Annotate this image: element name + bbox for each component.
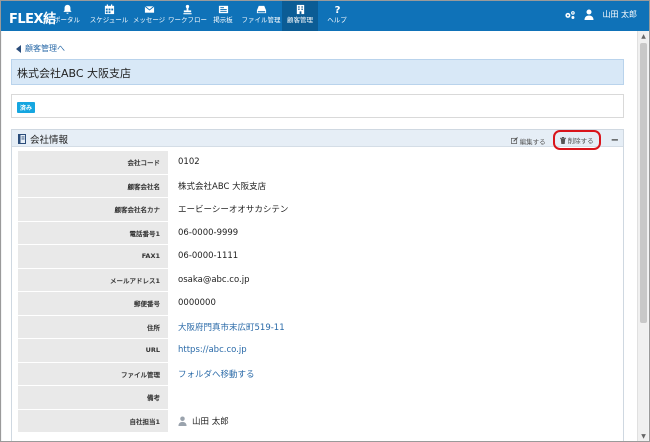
field-row-address: 住所 大阪府門真市末広町519-11 <box>18 315 619 339</box>
status-badge: 済み <box>17 102 36 113</box>
field-label: 顧客会社名 <box>18 174 168 197</box>
field-value: 0102 <box>178 157 200 168</box>
edit-button[interactable]: 編集する <box>508 134 549 148</box>
field-row-notes: 備考 <box>18 386 619 410</box>
stamp-icon <box>182 4 192 15</box>
nav-item-label: 掲示板 <box>213 16 233 24</box>
staff-name: 山田 太郎 <box>192 416 229 427</box>
back-arrow-icon <box>16 44 21 53</box>
nav-item-board[interactable]: 掲示板 <box>208 3 238 30</box>
user-avatar-icon <box>178 416 187 426</box>
nav-item-label: ヘルプ <box>327 16 347 24</box>
edit-button-label: 編集する <box>519 137 546 146</box>
back-to-customer-management-link[interactable]: 顧客管理へ <box>16 43 65 54</box>
field-row-file-management: ファイル管理 フォルダへ移動する <box>18 362 619 386</box>
field-value: 株式会社ABC 大阪支店 <box>178 181 267 192</box>
top-navigation-bar: FLEX結 ポータル スケジュール メッセージ ワークフロー 掲示板 ファイル管… <box>1 1 649 31</box>
field-list: 会社コード 0102 顧客会社名 株式会社ABC 大阪支店 顧客会社名カナ エー… <box>18 151 619 433</box>
company-info-panel: 会社情報 編集する 削除する − 会社コード 0102 顧客会社名 株式会社AB… <box>11 129 624 441</box>
field-value: osaka@abc.co.jp <box>178 274 250 285</box>
envelope-icon <box>144 5 154 13</box>
user-name[interactable]: 山田 太郎 <box>602 9 637 20</box>
field-value <box>168 386 619 409</box>
field-label: メールアドレス1 <box>18 268 168 291</box>
scrollbar-thumb[interactable] <box>640 43 647 323</box>
field-label: 会社コード <box>18 151 168 174</box>
nav-item-label: スケジュール <box>89 16 129 24</box>
edit-icon <box>510 137 518 144</box>
field-label: 顧客会社名カナ <box>18 198 168 221</box>
field-row-staff-1: 自社担当1 山田 太郎 <box>18 409 619 433</box>
field-value: 0000000 <box>178 298 216 309</box>
nav-item-label: 顧客管理 <box>287 16 313 24</box>
field-value-staff: 山田 太郎 <box>168 410 619 433</box>
nav-item-label: ポータル <box>54 16 80 24</box>
nav-item-workflow[interactable]: ワークフロー <box>168 3 207 30</box>
url-link[interactable]: https://abc.co.jp <box>168 339 619 362</box>
vertical-scrollbar[interactable]: ▲ ▼ <box>637 31 648 441</box>
field-label: ファイル管理 <box>18 362 168 385</box>
collapse-button[interactable]: − <box>611 135 619 146</box>
panel-title-text: 会社情報 <box>30 135 69 146</box>
field-label: 備考 <box>18 386 168 409</box>
page-title: 株式会社ABC 大阪支店 <box>11 59 624 85</box>
svg-text:?: ? <box>334 5 340 15</box>
delete-button[interactable]: 削除する <box>552 130 601 150</box>
panel-header: 会社情報 編集する 削除する − <box>12 130 623 150</box>
field-label: 郵便番号 <box>18 292 168 315</box>
page-title-text: 株式会社ABC 大阪支店 <box>17 67 132 80</box>
help-icon: ? <box>334 5 340 15</box>
nav-item-label: メッセージ <box>132 16 166 24</box>
field-row-customer-company-kana: 顧客会社名カナ エービーシーオオサカシテン <box>18 198 619 222</box>
field-value: エービーシーオオサカシテン <box>178 205 289 216</box>
address-link[interactable]: 大阪府門真市末広町519-11 <box>168 316 619 339</box>
nav-item-message[interactable]: メッセージ <box>131 3 167 30</box>
field-label: FAX1 <box>18 245 168 268</box>
main-content: 顧客管理へ 株式会社ABC 大阪支店 済み 会社情報 編集する 削除する − 会… <box>2 31 638 441</box>
nav-item-file-management[interactable]: ファイル管理 <box>241 3 281 30</box>
building-icon <box>296 4 304 15</box>
field-row-company-code: 会社コード 0102 <box>18 151 619 175</box>
field-row-customer-company-name: 顧客会社名 株式会社ABC 大阪支店 <box>18 174 619 198</box>
status-area: 済み <box>11 94 624 118</box>
nav-item-label: ワークフロー <box>168 16 207 24</box>
board-icon <box>218 5 228 14</box>
trash-icon <box>559 136 566 144</box>
nav-item-customer-management[interactable]: 顧客管理 <box>282 1 318 31</box>
panel-title: 会社情報 <box>18 132 68 146</box>
field-value: 06-0000-9999 <box>178 227 239 238</box>
document-icon <box>18 134 26 144</box>
nav-item-help[interactable]: ? ヘルプ <box>323 3 351 30</box>
back-link-label: 顧客管理へ <box>25 44 65 53</box>
field-label: 電話番号1 <box>18 221 168 244</box>
field-row-fax-1: FAX1 06-0000-1111 <box>18 245 619 269</box>
field-row-postal-code: 郵便番号 0000000 <box>18 292 619 316</box>
calendar-icon <box>104 4 114 15</box>
field-row-phone-1: 電話番号1 06-0000-9999 <box>18 221 619 245</box>
drive-icon <box>256 5 266 14</box>
user-avatar-icon[interactable] <box>584 9 594 20</box>
delete-button-label: 削除する <box>567 137 594 145</box>
panel-actions: 編集する 削除する − <box>508 130 619 150</box>
gears-icon[interactable] <box>564 10 576 20</box>
scroll-down-arrow-icon[interactable]: ▼ <box>639 432 648 441</box>
nav-user-area: 山田 太郎 <box>564 9 637 20</box>
field-row-url: URL https://abc.co.jp <box>18 339 619 363</box>
field-label: 住所 <box>18 315 168 338</box>
field-label: 自社担当1 <box>18 409 168 432</box>
app-window: FLEX結 ポータル スケジュール メッセージ ワークフロー 掲示板 ファイル管… <box>0 0 650 442</box>
nav-item-label: ファイル管理 <box>241 16 281 24</box>
field-label: URL <box>18 339 168 362</box>
bell-icon <box>62 4 72 14</box>
nav-item-schedule[interactable]: スケジュール <box>87 3 131 30</box>
field-value: 06-0000-1111 <box>178 251 239 262</box>
move-to-folder-link[interactable]: フォルダへ移動する <box>168 363 619 386</box>
field-row-email-1: メールアドレス1 osaka@abc.co.jp <box>18 268 619 292</box>
nav-item-portal[interactable]: ポータル <box>49 3 85 30</box>
scroll-up-arrow-icon[interactable]: ▲ <box>639 32 648 41</box>
